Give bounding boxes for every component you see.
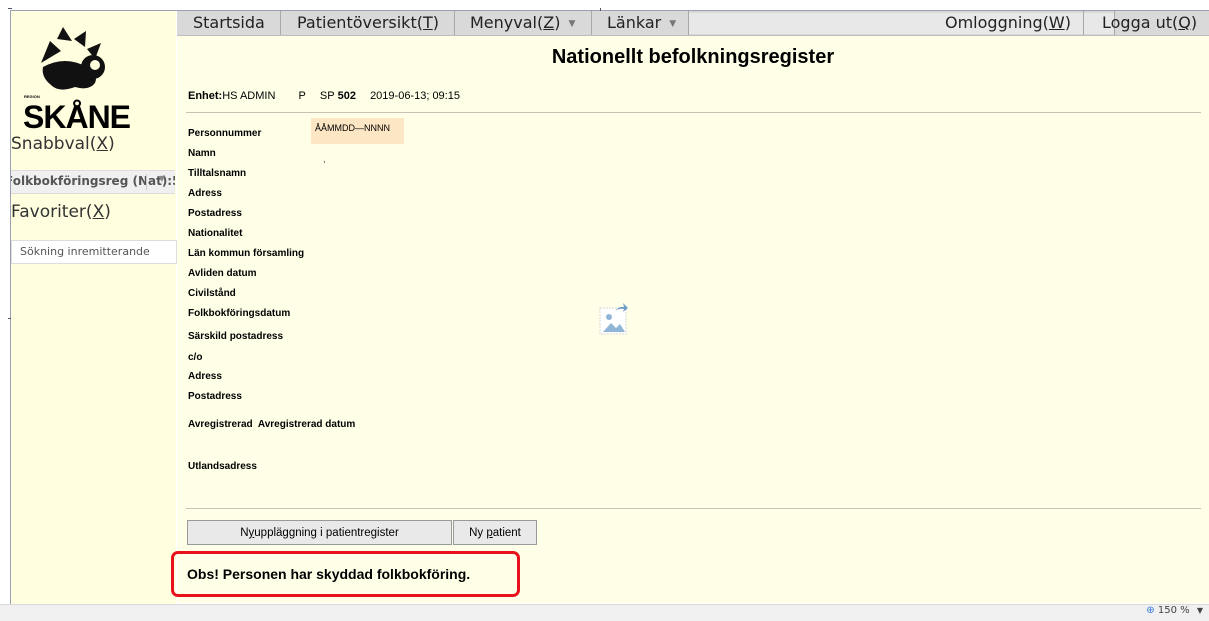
menu-omloggning-label: Omloggning( bbox=[945, 13, 1049, 32]
snabbval-select[interactable]: Folkbokföringsreg (Nat):502 ▼ bbox=[11, 170, 175, 194]
ny-patient-label-end: atient bbox=[492, 527, 521, 539]
menu-omloggning-shortcut: W bbox=[1048, 13, 1065, 32]
chevron-down-icon: ▼ bbox=[1196, 606, 1203, 615]
griffin-logo-icon bbox=[41, 27, 105, 90]
favoriter-heading[interactable]: Favoriter(X) bbox=[11, 202, 111, 222]
label-adress: Adress bbox=[188, 188, 222, 199]
top-menubar: Startsida Patientöversikt(T) Menyval(Z) ▼… bbox=[177, 11, 1209, 36]
region-skane-logo: REGION SKÅNE bbox=[23, 27, 173, 137]
personnummer-field[interactable]: ÅÅMMDD—NNNN bbox=[311, 118, 404, 144]
unit-label: Enhet: bbox=[188, 90, 223, 102]
label-postadress-2: Postadress bbox=[188, 391, 242, 402]
sidebar: REGION SKÅNE Snabbval(X) Folkbokföringsr… bbox=[11, 11, 177, 605]
unit-sp-number: 502 bbox=[337, 90, 356, 102]
logo-skane-text: SKÅNE bbox=[23, 99, 131, 135]
ny-patient-label-start: Ny bbox=[469, 527, 487, 539]
label-adress-2: Adress bbox=[188, 371, 222, 382]
page-title: Nationellt befolkningsregister bbox=[551, 46, 835, 68]
label-namn: Namn bbox=[188, 148, 216, 159]
menu-omloggning[interactable]: Omloggning(W) bbox=[945, 11, 1071, 35]
favorite-item-label: Sökning inremitterande bbox=[20, 245, 150, 258]
label-co: c/o bbox=[188, 352, 203, 363]
zoom-level: 150 % bbox=[1157, 605, 1190, 616]
unit-name: HS ADMIN bbox=[222, 90, 276, 102]
menu-separator bbox=[688, 11, 689, 35]
nyupplaggning-label-start: N bbox=[240, 527, 249, 539]
favoriter-paren: ) bbox=[104, 202, 111, 222]
label-civilstand: Civilstånd bbox=[188, 288, 236, 299]
name-value: , bbox=[323, 154, 326, 165]
menu-startsida[interactable]: Startsida bbox=[193, 11, 265, 35]
label-avregistrerad: Avregistrerad Avregistrerad datum bbox=[188, 419, 356, 430]
snabbval-label: Snabbval( bbox=[11, 134, 97, 154]
personnummer-value: ÅÅMMDD—NNNN bbox=[315, 123, 390, 133]
label-folkbokforingsdatum: Folkbokföringsdatum bbox=[188, 308, 291, 319]
zoom-control[interactable]: ⊕ 150 % ▼ bbox=[1146, 605, 1203, 616]
nyupplaggning-label-end: uppläggning i patientregister bbox=[254, 527, 399, 539]
unit-sp: SP bbox=[319, 90, 335, 102]
divider bbox=[186, 112, 1201, 113]
divider bbox=[186, 508, 1201, 509]
label-nationalitet: Nationalitet bbox=[188, 228, 243, 239]
menu-lankar-label: Länkar bbox=[607, 13, 662, 32]
menu-omloggning-paren: ) bbox=[1064, 13, 1071, 32]
favoriter-label: Favoriter( bbox=[11, 202, 93, 222]
menu-logga-ut[interactable]: Logga ut(Q) bbox=[1102, 11, 1197, 35]
chevron-down-icon: ▼ bbox=[568, 19, 576, 29]
ny-patient-button[interactable]: Ny patient bbox=[453, 520, 537, 545]
favoriter-shortcut: X bbox=[92, 202, 105, 222]
main-content: Nationellt befolkningsregister Enhet:HS … bbox=[177, 36, 1209, 603]
label-lan-kommun-forsamling: Län kommun församling bbox=[188, 248, 305, 259]
menu-separator bbox=[280, 11, 281, 35]
label-sarskild-postadress: Särskild postadress bbox=[188, 331, 284, 342]
select-divider bbox=[146, 174, 147, 190]
protected-registration-warning: Obs! Personen har skyddad folkbokföring. bbox=[187, 566, 471, 582]
menu-menyval-paren: ) bbox=[554, 13, 561, 32]
label-utlandsadress: Utlandsadress bbox=[188, 461, 257, 472]
snabbval-shortcut: X bbox=[96, 134, 109, 154]
label-tilltalsnamn: Tilltalsnamn bbox=[188, 168, 247, 179]
menu-logga-ut-paren: ) bbox=[1190, 13, 1198, 32]
chevron-down-icon: ▼ bbox=[669, 19, 677, 29]
menu-patientoversikt-paren: ) bbox=[432, 13, 439, 32]
snabbval-heading[interactable]: Snabbval(X) bbox=[11, 134, 115, 154]
favorite-item[interactable]: Sökning inremitterande bbox=[11, 240, 177, 264]
status-bar bbox=[0, 604, 1209, 621]
snabbval-paren: ) bbox=[108, 134, 115, 154]
label-personnummer: Personnummer bbox=[188, 128, 262, 139]
broken-image-icon bbox=[599, 303, 628, 335]
menu-menyval-shortcut: Z bbox=[543, 13, 555, 32]
menu-logga-ut-shortcut: Q bbox=[1178, 13, 1191, 32]
menu-patientoversikt[interactable]: Patientöversikt(T) bbox=[297, 11, 439, 35]
zoom-icon: ⊕ bbox=[1146, 605, 1155, 616]
menu-logga-ut-label: Logga ut( bbox=[1102, 13, 1179, 32]
snabbval-selected-value: Folkbokföringsreg (Nat):502 bbox=[11, 174, 175, 188]
unit-p: P bbox=[298, 90, 306, 102]
menu-menyval[interactable]: Menyval(Z) ▼ bbox=[470, 11, 575, 35]
unit-timestamp: 2019-06-13; 09:15 bbox=[370, 90, 460, 102]
menu-separator bbox=[454, 11, 455, 35]
menu-menyval-label: Menyval( bbox=[470, 13, 544, 32]
menu-patientoversikt-label: Patientöversikt( bbox=[297, 13, 423, 32]
label-avliden-datum: Avliden datum bbox=[188, 268, 257, 279]
menu-lankar[interactable]: Länkar ▼ bbox=[607, 11, 676, 35]
chevron-down-icon[interactable]: ▼ bbox=[159, 174, 165, 183]
unit-info-row: Enhet:HS ADMIN P SP 502 2019-06-13; 09:1… bbox=[188, 90, 460, 102]
menu-patientoversikt-shortcut: T bbox=[422, 13, 433, 32]
nyupplaggning-button[interactable]: Nyuppläggning i patientregister bbox=[187, 520, 452, 545]
menu-separator bbox=[1083, 11, 1084, 35]
menu-separator bbox=[591, 11, 592, 35]
label-postadress: Postadress bbox=[188, 208, 242, 219]
